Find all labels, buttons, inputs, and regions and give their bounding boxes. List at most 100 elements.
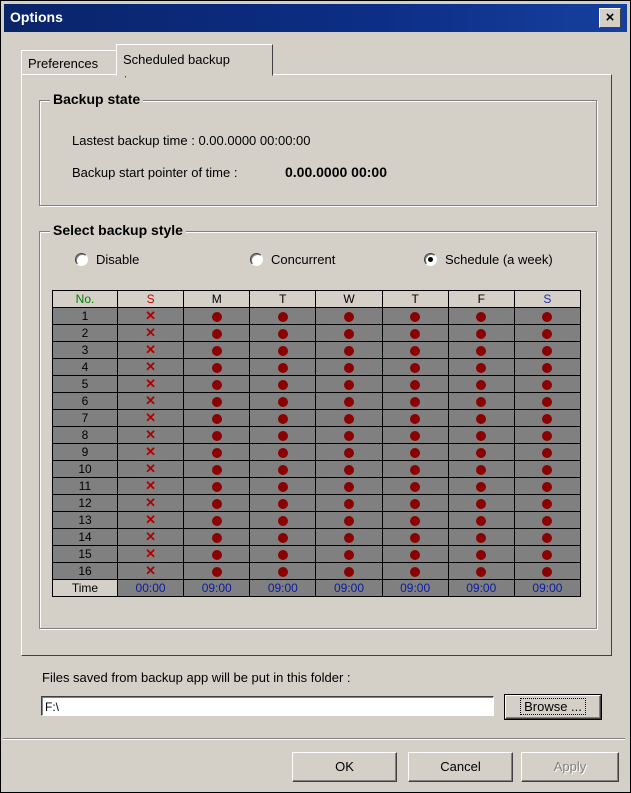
schedule-cell[interactable]: [249, 341, 317, 359]
schedule-cell[interactable]: [249, 528, 317, 546]
schedule-cell[interactable]: [447, 443, 515, 461]
folder-path-input[interactable]: F:\: [41, 696, 494, 716]
schedule-cell[interactable]: [447, 375, 515, 393]
schedule-cell[interactable]: [183, 324, 251, 342]
schedule-cell[interactable]: ✕: [116, 528, 185, 546]
schedule-cell[interactable]: ✕: [116, 545, 185, 563]
schedule-cell[interactable]: [447, 477, 515, 495]
schedule-cell[interactable]: [447, 511, 515, 529]
schedule-cell[interactable]: [249, 358, 317, 376]
time-value[interactable]: 09:00: [249, 579, 317, 597]
schedule-cell[interactable]: [513, 494, 582, 512]
ok-button[interactable]: OK: [292, 752, 397, 782]
schedule-cell[interactable]: [183, 426, 251, 444]
schedule-cell[interactable]: [447, 528, 515, 546]
schedule-cell[interactable]: [381, 494, 449, 512]
schedule-cell[interactable]: [513, 477, 582, 495]
schedule-cell[interactable]: [249, 409, 317, 427]
schedule-cell[interactable]: [381, 460, 449, 478]
time-value[interactable]: 09:00: [513, 579, 582, 597]
schedule-cell[interactable]: [183, 375, 251, 393]
schedule-cell[interactable]: [183, 511, 251, 529]
schedule-cell[interactable]: [315, 511, 383, 529]
schedule-cell[interactable]: ✕: [116, 460, 185, 478]
schedule-cell[interactable]: [315, 307, 383, 325]
cancel-button[interactable]: Cancel: [408, 752, 513, 782]
schedule-cell[interactable]: [315, 426, 383, 444]
schedule-cell[interactable]: [513, 545, 582, 563]
schedule-cell[interactable]: [315, 375, 383, 393]
schedule-cell[interactable]: ✕: [116, 562, 185, 580]
schedule-cell[interactable]: [447, 324, 515, 342]
schedule-cell[interactable]: [249, 375, 317, 393]
tab-scheduled-backup[interactable]: Scheduled backup: [116, 44, 273, 76]
schedule-cell[interactable]: [447, 307, 515, 325]
schedule-cell[interactable]: ✕: [116, 375, 185, 393]
schedule-cell[interactable]: [249, 477, 317, 495]
schedule-cell[interactable]: [249, 460, 317, 478]
schedule-cell[interactable]: ✕: [116, 426, 185, 444]
radio-schedule[interactable]: Schedule (a week): [424, 252, 553, 267]
schedule-cell[interactable]: [381, 307, 449, 325]
schedule-cell[interactable]: [513, 375, 582, 393]
schedule-cell[interactable]: ✕: [116, 392, 185, 410]
schedule-cell[interactable]: [249, 511, 317, 529]
schedule-cell[interactable]: [513, 341, 582, 359]
schedule-cell[interactable]: ✕: [116, 324, 185, 342]
schedule-cell[interactable]: [513, 460, 582, 478]
schedule-cell[interactable]: [381, 477, 449, 495]
schedule-cell[interactable]: [315, 477, 383, 495]
time-value[interactable]: 00:00: [116, 579, 185, 597]
radio-disable[interactable]: Disable: [75, 252, 139, 267]
schedule-cell[interactable]: [249, 426, 317, 444]
schedule-cell[interactable]: [447, 562, 515, 580]
schedule-cell[interactable]: ✕: [116, 511, 185, 529]
schedule-cell[interactable]: [183, 307, 251, 325]
schedule-cell[interactable]: [315, 409, 383, 427]
close-button[interactable]: ×: [599, 8, 621, 28]
schedule-cell[interactable]: [381, 324, 449, 342]
radio-concurrent[interactable]: Concurrent: [250, 252, 335, 267]
schedule-cell[interactable]: ✕: [116, 409, 185, 427]
schedule-cell[interactable]: [513, 426, 582, 444]
time-value[interactable]: 09:00: [381, 579, 449, 597]
schedule-cell[interactable]: [315, 460, 383, 478]
schedule-cell[interactable]: [513, 511, 582, 529]
schedule-cell[interactable]: [249, 562, 317, 580]
schedule-cell[interactable]: [513, 392, 582, 410]
schedule-cell[interactable]: [513, 358, 582, 376]
schedule-cell[interactable]: ✕: [116, 307, 185, 325]
schedule-cell[interactable]: [249, 307, 317, 325]
schedule-cell[interactable]: [381, 392, 449, 410]
schedule-cell[interactable]: [315, 324, 383, 342]
schedule-cell[interactable]: [447, 545, 515, 563]
schedule-cell[interactable]: [381, 358, 449, 376]
schedule-cell[interactable]: [447, 460, 515, 478]
schedule-cell[interactable]: [381, 341, 449, 359]
schedule-cell[interactable]: [447, 409, 515, 427]
schedule-cell[interactable]: [183, 341, 251, 359]
schedule-cell[interactable]: [249, 443, 317, 461]
schedule-cell[interactable]: [381, 545, 449, 563]
schedule-cell[interactable]: [381, 443, 449, 461]
schedule-cell[interactable]: [315, 528, 383, 546]
schedule-cell[interactable]: [447, 392, 515, 410]
schedule-cell[interactable]: [315, 545, 383, 563]
schedule-cell[interactable]: [183, 358, 251, 376]
schedule-cell[interactable]: [183, 528, 251, 546]
schedule-cell[interactable]: [183, 460, 251, 478]
time-value[interactable]: 09:00: [183, 579, 251, 597]
time-value[interactable]: 09:00: [315, 579, 383, 597]
time-value[interactable]: 09:00: [447, 579, 515, 597]
schedule-cell[interactable]: [183, 443, 251, 461]
schedule-cell[interactable]: [447, 358, 515, 376]
schedule-cell[interactable]: [513, 443, 582, 461]
schedule-cell[interactable]: [315, 341, 383, 359]
schedule-cell[interactable]: [249, 545, 317, 563]
schedule-cell[interactable]: [513, 324, 582, 342]
schedule-cell[interactable]: [315, 562, 383, 580]
schedule-cell[interactable]: [183, 494, 251, 512]
schedule-cell[interactable]: [381, 426, 449, 444]
schedule-cell[interactable]: [315, 494, 383, 512]
schedule-cell[interactable]: [183, 562, 251, 580]
